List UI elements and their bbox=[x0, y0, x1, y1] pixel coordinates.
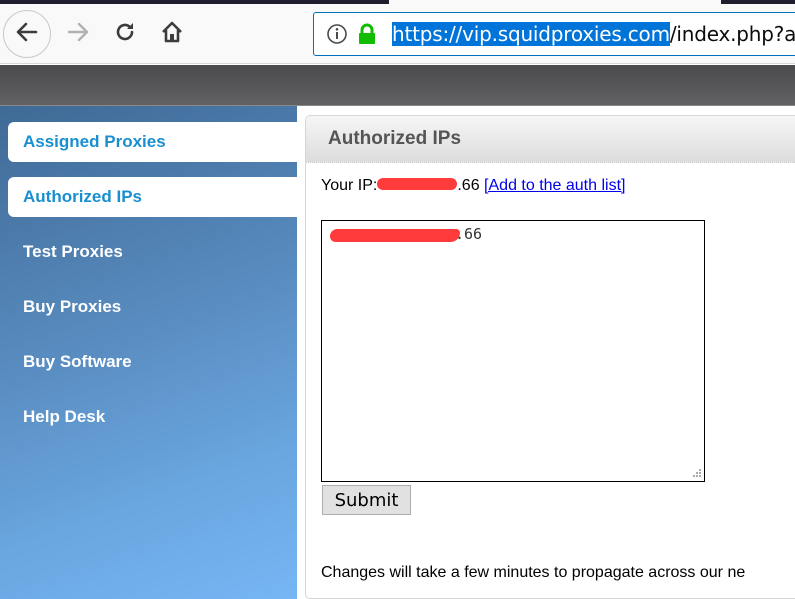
submit-button[interactable]: Submit bbox=[322, 485, 411, 515]
page-title: Authorized IPs bbox=[328, 128, 462, 149]
sidebar-item-buy-software[interactable]: Buy Software bbox=[8, 342, 297, 382]
your-ip-label: Your IP: bbox=[321, 177, 378, 194]
url-selected-text: https://vip.squidproxies.com bbox=[392, 22, 670, 46]
info-icon[interactable] bbox=[326, 23, 348, 45]
site-header-bar bbox=[0, 65, 795, 106]
sidebar: Assigned Proxies Authorized IPs Test Pro… bbox=[0, 106, 297, 599]
home-icon bbox=[160, 20, 184, 49]
your-ip-line: Your IP: .66 [Add to the auth list] bbox=[321, 177, 625, 195]
resize-grip-icon[interactable] bbox=[692, 469, 701, 478]
arrow-right-icon bbox=[65, 19, 91, 50]
propagation-note: Changes will take a few minutes to propa… bbox=[321, 564, 746, 581]
sidebar-item-label: Authorized IPs bbox=[23, 187, 143, 206]
back-button[interactable] bbox=[3, 10, 51, 58]
sidebar-item-label: Buy Proxies bbox=[23, 297, 122, 316]
reload-button[interactable] bbox=[101, 10, 149, 58]
redaction-mark bbox=[330, 229, 460, 242]
sidebar-item-test-proxies[interactable]: Test Proxies bbox=[8, 232, 297, 272]
arrow-left-icon bbox=[14, 19, 40, 50]
add-to-auth-list-link[interactable]: [Add to the auth list] bbox=[484, 177, 625, 194]
sidebar-item-label: Buy Software bbox=[23, 352, 132, 371]
sidebar-item-label: Test Proxies bbox=[23, 242, 123, 261]
sidebar-item-label: Assigned Proxies bbox=[23, 132, 166, 151]
lock-icon[interactable] bbox=[356, 23, 378, 45]
authorized-ips-panel: Authorized IPs Your IP: .66 [Add to the a… bbox=[305, 115, 795, 599]
browser-toolbar: https://vip.squidproxies.com/index.php?a bbox=[0, 4, 795, 64]
sidebar-item-buy-proxies[interactable]: Buy Proxies bbox=[8, 287, 297, 327]
sidebar-item-label: Help Desk bbox=[23, 407, 106, 426]
url-bar[interactable]: https://vip.squidproxies.com/index.php?a bbox=[313, 12, 795, 56]
forward-button[interactable] bbox=[54, 10, 102, 58]
redaction-mark bbox=[377, 177, 458, 190]
home-button[interactable] bbox=[148, 10, 196, 58]
sidebar-item-authorized-ips[interactable]: Authorized IPs bbox=[8, 177, 297, 217]
sidebar-item-assigned-proxies[interactable]: Assigned Proxies bbox=[8, 122, 297, 162]
url-path-text: /index.php?a bbox=[669, 22, 795, 46]
url-text[interactable]: https://vip.squidproxies.com/index.php?a bbox=[392, 22, 795, 46]
sidebar-item-help-desk[interactable]: Help Desk bbox=[8, 397, 297, 437]
textarea-ip-value: .66 bbox=[455, 225, 483, 243]
your-ip-value: .66 bbox=[457, 177, 480, 194]
authorized-ips-textarea[interactable]: .66 bbox=[321, 220, 705, 482]
reload-icon bbox=[113, 20, 137, 49]
panel-header: Authorized IPs bbox=[306, 116, 795, 163]
